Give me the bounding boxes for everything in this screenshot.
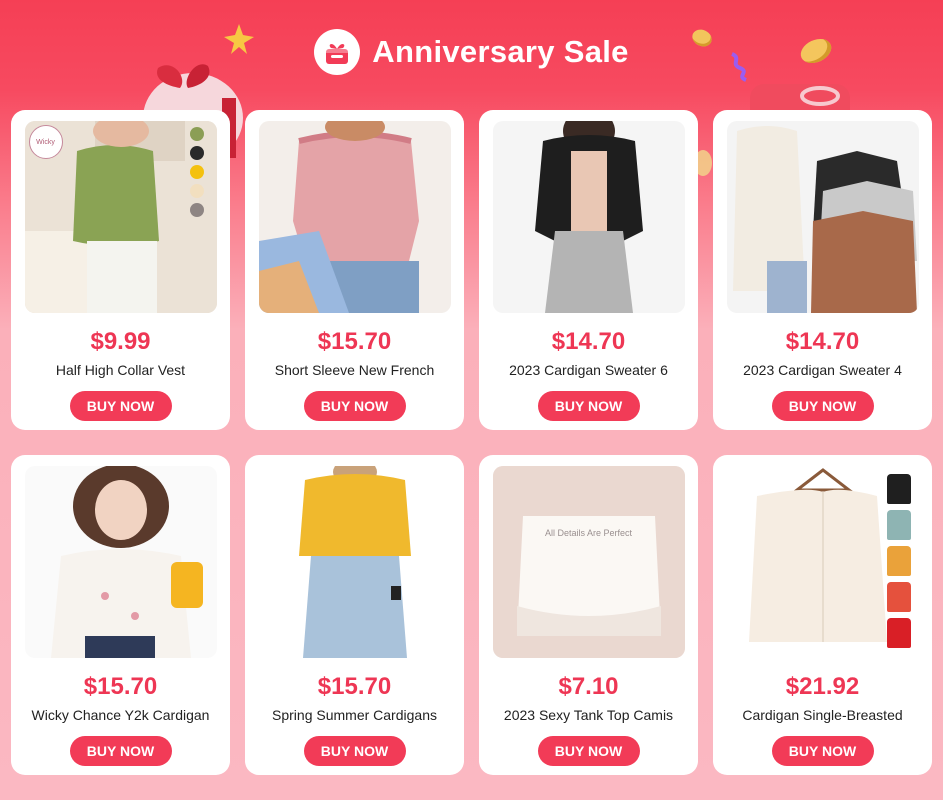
color-variant[interactable] bbox=[886, 510, 911, 540]
color-swatch[interactable] bbox=[189, 203, 204, 217]
buy-now-button[interactable]: BUY NOW bbox=[771, 736, 874, 766]
product-price: $15.70 bbox=[83, 673, 158, 700]
product-card[interactable]: $14.70 2023 Cardigan Sweater 6 BUY NOW bbox=[479, 110, 698, 430]
product-price: $14.70 bbox=[551, 328, 626, 355]
brand-logo: Wicky bbox=[28, 125, 63, 159]
product-image[interactable] bbox=[492, 121, 685, 313]
product-name[interactable]: Wicky Chance Y2k Cardigan bbox=[32, 706, 210, 724]
product-image[interactable]: All Details Are Perfect bbox=[492, 466, 685, 658]
product-image[interactable] bbox=[258, 121, 451, 313]
product-image[interactable] bbox=[726, 121, 919, 313]
product-name[interactable]: Spring Summer Cardigans bbox=[272, 706, 437, 724]
color-variant[interactable] bbox=[886, 582, 911, 612]
product-image[interactable] bbox=[24, 466, 217, 658]
gift-icon bbox=[314, 29, 361, 75]
product-price: $9.99 bbox=[90, 328, 151, 355]
buy-now-button[interactable]: BUY NOW bbox=[303, 736, 406, 766]
buy-now-button[interactable]: BUY NOW bbox=[771, 391, 874, 421]
product-image[interactable] bbox=[258, 466, 451, 658]
product-image[interactable] bbox=[726, 466, 919, 658]
buy-now-button[interactable]: BUY NOW bbox=[303, 391, 406, 421]
color-swatch[interactable] bbox=[189, 165, 204, 179]
product-name[interactable]: Short Sleeve New French bbox=[275, 361, 435, 379]
product-card[interactable]: $15.70 Short Sleeve New French BUY NOW bbox=[245, 110, 464, 430]
product-name[interactable]: Half High Collar Vest bbox=[56, 361, 185, 379]
product-card[interactable]: $15.70 Wicky Chance Y2k Cardigan BUY NOW bbox=[11, 455, 230, 775]
buy-now-button[interactable]: BUY NOW bbox=[537, 391, 640, 421]
buy-now-button[interactable]: BUY NOW bbox=[537, 736, 640, 766]
product-card[interactable]: $15.70 Spring Summer Cardigans BUY NOW bbox=[245, 455, 464, 775]
product-card[interactable]: All Details Are Perfect $7.10 2023 Sexy … bbox=[479, 455, 698, 775]
color-variant[interactable] bbox=[886, 474, 911, 504]
color-swatch[interactable] bbox=[189, 146, 204, 160]
color-variant[interactable] bbox=[886, 618, 911, 648]
buy-now-button[interactable]: BUY NOW bbox=[69, 736, 172, 766]
color-swatch[interactable] bbox=[189, 184, 204, 198]
page-title: Anniversary Sale bbox=[372, 34, 629, 69]
product-name[interactable]: 2023 Sexy Tank Top Camis bbox=[504, 706, 673, 724]
product-image[interactable]: Wicky bbox=[24, 121, 217, 313]
color-variant[interactable] bbox=[886, 546, 911, 576]
page-header: Anniversary Sale bbox=[0, 0, 943, 104]
buy-now-button[interactable]: BUY NOW bbox=[69, 391, 172, 421]
product-card[interactable]: Wicky $9.99 Half High Collar Vest BUY NO… bbox=[11, 110, 230, 430]
product-card[interactable]: $14.70 2023 Cardigan Sweater 4 BUY NOW bbox=[713, 110, 932, 430]
color-swatch[interactable] bbox=[189, 127, 204, 141]
product-price: $15.70 bbox=[317, 673, 392, 700]
product-price: $21.92 bbox=[785, 673, 860, 700]
image-caption: All Details Are Perfect bbox=[544, 528, 633, 538]
product-price: $14.70 bbox=[785, 328, 860, 355]
product-name[interactable]: 2023 Cardigan Sweater 6 bbox=[509, 361, 668, 379]
product-card[interactable]: $21.92 Cardigan Single-Breasted BUY NOW bbox=[713, 455, 932, 775]
product-name[interactable]: 2023 Cardigan Sweater 4 bbox=[743, 361, 902, 379]
product-name[interactable]: Cardigan Single-Breasted bbox=[742, 706, 902, 724]
product-price: $15.70 bbox=[317, 328, 392, 355]
product-price: $7.10 bbox=[558, 673, 619, 700]
